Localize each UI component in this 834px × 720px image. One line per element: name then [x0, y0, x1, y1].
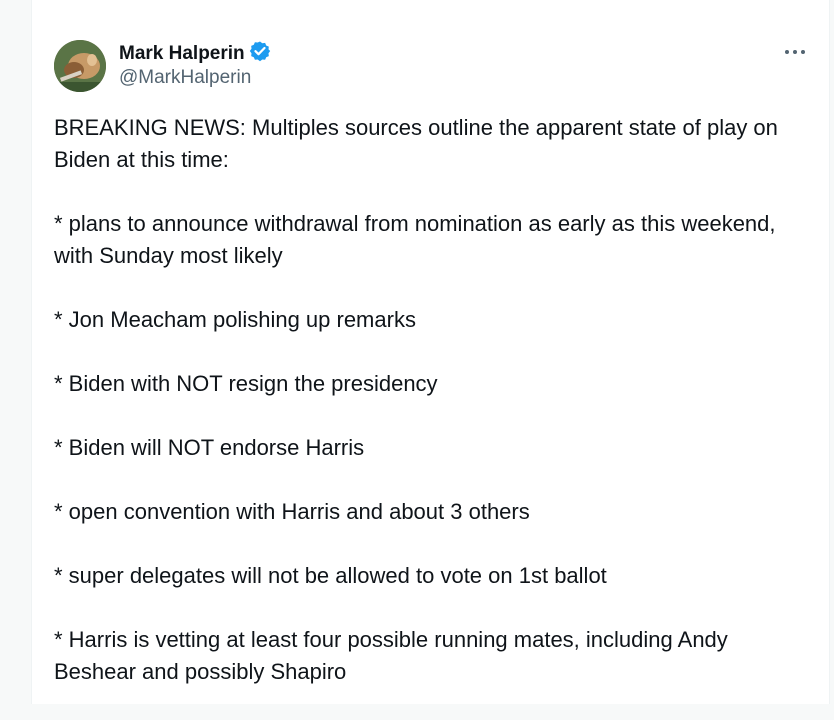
tweet-paragraph: * Harris is vetting at least four possib…	[54, 627, 728, 684]
tweet-paragraph: * open convention with Harris and about …	[54, 499, 530, 524]
verified-badge-icon	[249, 40, 271, 67]
tweet-paragraph: * super delegates will not be allowed to…	[54, 563, 607, 588]
more-options-icon[interactable]	[783, 40, 807, 64]
avatar[interactable]	[54, 40, 106, 92]
tweet-text: BREAKING NEWS: Multiples sources outline…	[54, 112, 814, 720]
tweet-paragraph: * plans to announce withdrawal from nomi…	[54, 211, 776, 268]
tweet-paragraph: * Biden will NOT endorse Harris	[54, 435, 365, 460]
author-name[interactable]: Mark Halperin	[119, 43, 245, 65]
tweet-paragraph: * Jon Meacham polishing up remarks	[54, 307, 416, 332]
author-row: Mark Halperin	[119, 40, 271, 67]
author-handle[interactable]: @MarkHalperin	[119, 67, 251, 89]
tweet-card: Mark Halperin @MarkHalperin BREAKING NEW…	[31, 0, 830, 704]
tweet-paragraph: BREAKING NEWS: Multiples sources outline…	[54, 115, 778, 172]
tweet-paragraph: * Biden with NOT resign the presidency	[54, 371, 438, 396]
